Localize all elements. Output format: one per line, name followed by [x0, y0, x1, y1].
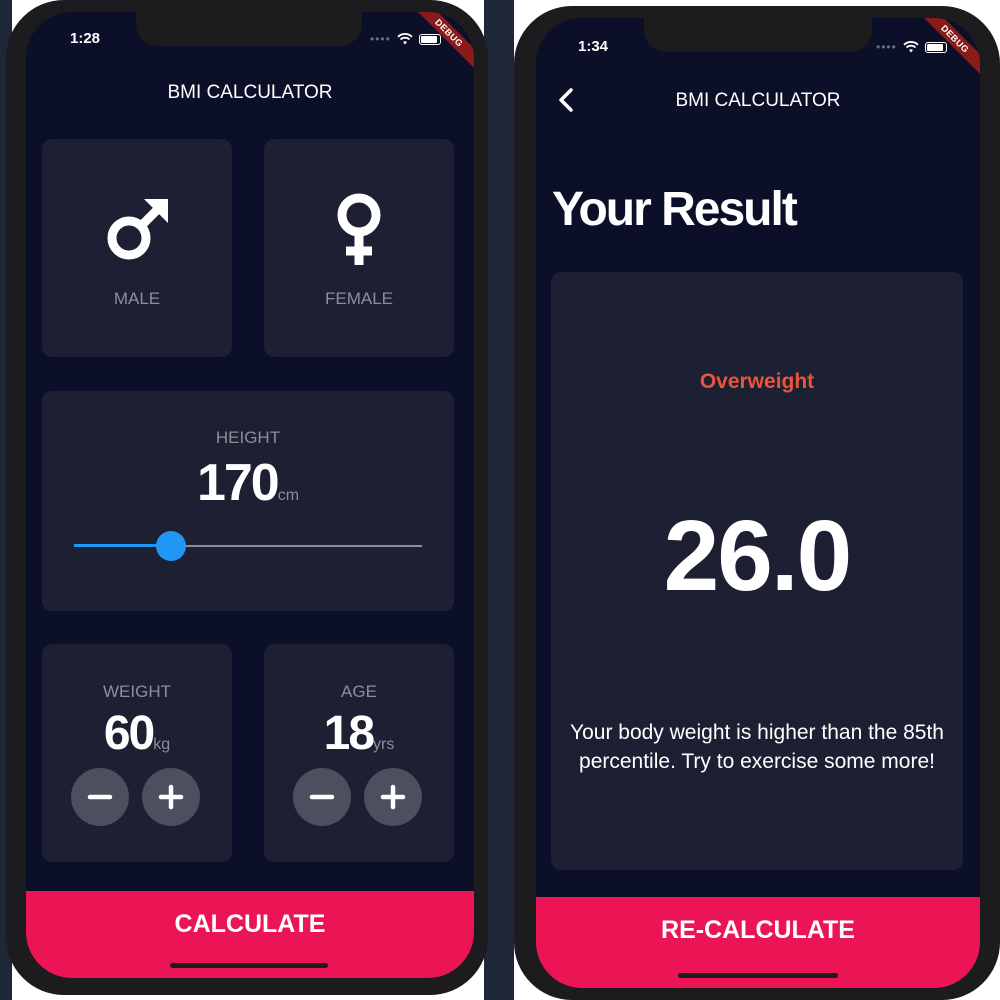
screenshot-collage: 1:28 •••• DEBUG BMI CALCULATOR MALE FEMA… [0, 0, 1000, 1000]
minus-icon [87, 794, 113, 800]
slider-thumb[interactable] [156, 531, 187, 561]
male-gender-card[interactable]: MALE [42, 139, 232, 357]
weight-unit: kg [153, 736, 171, 753]
age-card: AGE 18yrs [264, 644, 454, 862]
height-value: 170 [196, 454, 280, 512]
weight-decrement-button[interactable] [71, 768, 129, 826]
female-gender-card[interactable]: FEMALE [264, 139, 454, 357]
status-time: 1:34 [578, 38, 609, 55]
debug-banner-label: DEBUG [405, 12, 474, 77]
result-heading: Your Result [552, 183, 798, 236]
status-time: 1:28 [70, 30, 101, 47]
age-value: 18 [323, 707, 375, 760]
height-card: HEIGHT 170cm [42, 391, 454, 611]
result-screen: 1:34 •••• DEBUG BMI CALCULATOR Your Resu… [536, 18, 980, 988]
phone-frame-right: 1:34 •••• DEBUG BMI CALCULATOR Your Resu… [514, 6, 1000, 1000]
age-readout: 18yrs [264, 706, 454, 761]
result-card: Overweight 26.0 Your body weight is high… [551, 272, 963, 870]
home-indicator [678, 973, 838, 978]
desktop-background-mid [484, 0, 514, 1000]
phone-notch [644, 18, 872, 52]
minus-icon [309, 794, 335, 800]
height-slider[interactable] [74, 531, 422, 561]
female-symbol-icon [337, 193, 381, 265]
age-unit: yrs [373, 736, 395, 753]
result-category: Overweight [699, 370, 815, 393]
weight-value: 60 [103, 707, 155, 760]
bmi-interpretation: Your body weight is higher than the 85th… [570, 721, 944, 773]
female-label: FEMALE [324, 289, 394, 308]
phone-notch [136, 12, 362, 46]
debug-banner-label: DEBUG [911, 18, 980, 83]
calculator-screen: 1:28 •••• DEBUG BMI CALCULATOR MALE FEMA… [26, 12, 474, 978]
height-readout: 170cm [42, 453, 454, 513]
age-decrement-button[interactable] [293, 768, 351, 826]
plus-icon [158, 784, 184, 810]
height-label: HEIGHT [215, 428, 281, 447]
app-title: BMI CALCULATOR [675, 90, 841, 111]
height-unit: cm [277, 487, 300, 504]
age-increment-button[interactable] [364, 768, 422, 826]
male-label: MALE [113, 289, 161, 308]
plus-icon [380, 784, 406, 810]
age-label: AGE [341, 682, 377, 701]
bmi-value: 26.0 [663, 500, 853, 612]
phone-frame-left: 1:28 •••• DEBUG BMI CALCULATOR MALE FEMA… [6, 0, 488, 995]
home-indicator [170, 963, 328, 968]
weight-readout: 60kg [42, 706, 232, 761]
weight-label: WEIGHT [103, 682, 171, 701]
weight-card: WEIGHT 60kg [42, 644, 232, 862]
weight-increment-button[interactable] [142, 768, 200, 826]
app-title: BMI CALCULATOR [167, 82, 333, 103]
male-symbol-icon [107, 199, 168, 260]
